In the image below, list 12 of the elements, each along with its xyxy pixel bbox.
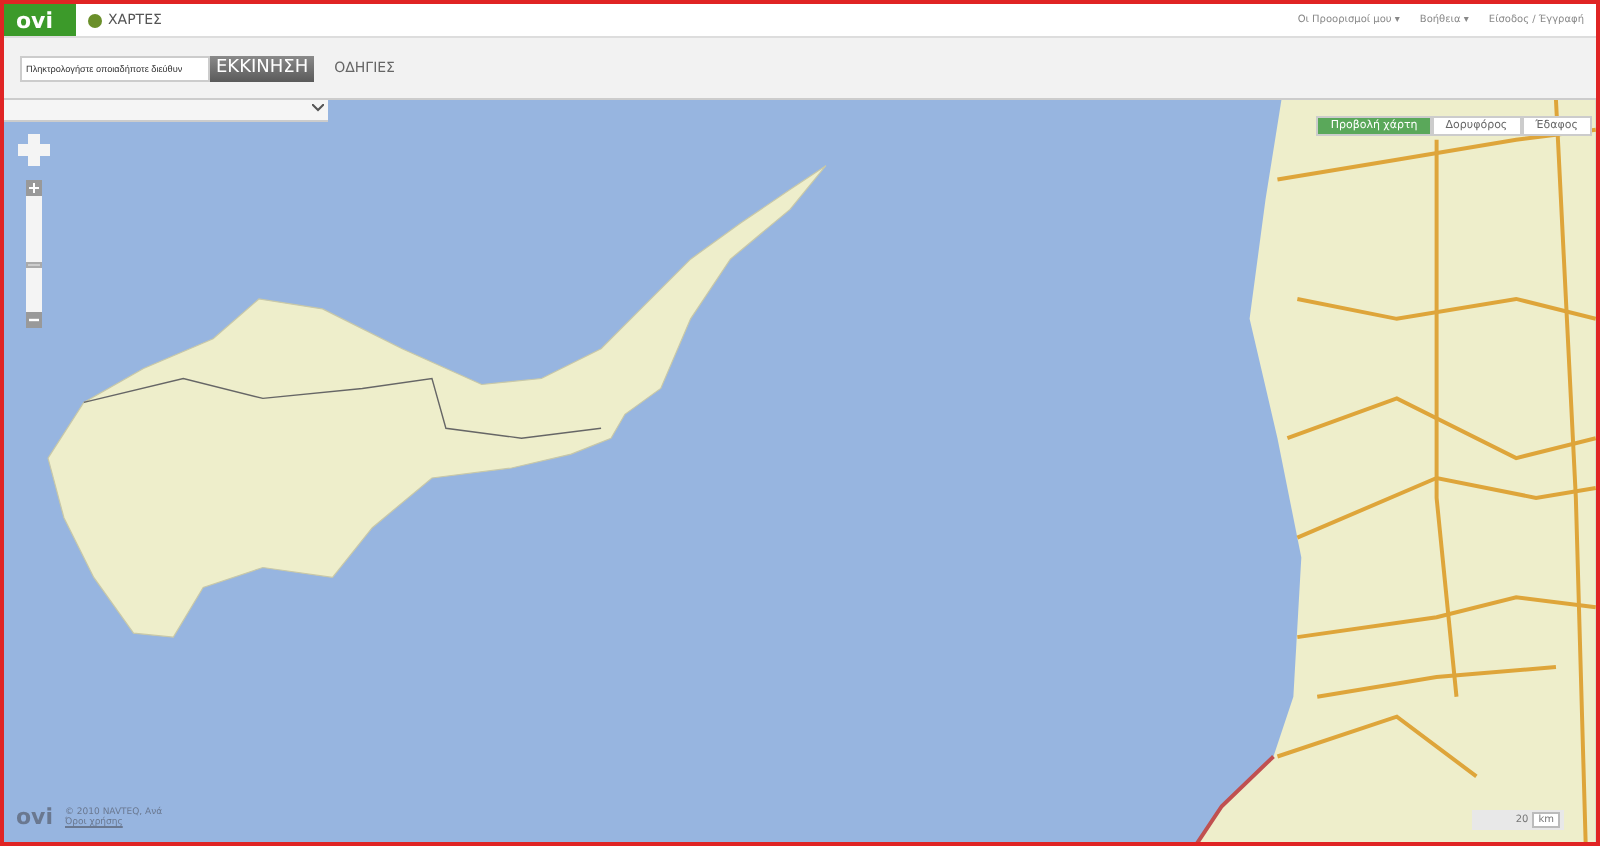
minus-icon	[28, 314, 40, 326]
zoom-slider-thumb[interactable]	[26, 262, 42, 268]
brand-logo: ovi	[16, 804, 53, 830]
pan-control-icon[interactable]	[18, 134, 50, 166]
zoom-slider[interactable]	[26, 180, 42, 328]
zoom-in-button[interactable]	[26, 180, 42, 196]
dropdown-bar[interactable]	[4, 100, 328, 122]
start-button[interactable]: ΕΚΚΙΝΗΣΗ	[210, 55, 315, 81]
zoom-out-button[interactable]	[26, 312, 42, 328]
chevron-down-icon	[312, 104, 324, 112]
brand-logo[interactable]: ovi	[4, 4, 76, 36]
plus-icon	[28, 182, 40, 194]
